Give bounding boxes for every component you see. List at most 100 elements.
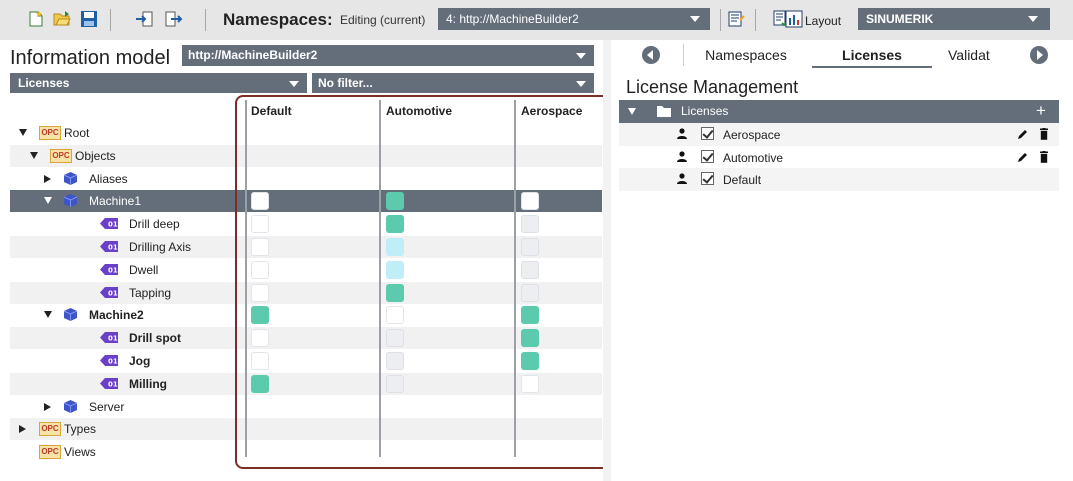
tree-node-label: Tapping xyxy=(129,285,172,300)
left-panel-scrollbar[interactable] xyxy=(603,40,611,481)
expanded-arrow-icon[interactable] xyxy=(19,129,27,136)
method-icon: 01 xyxy=(100,377,118,389)
license-assignment-cell-automotive[interactable] xyxy=(386,238,404,256)
license-checkbox[interactable] xyxy=(701,172,714,185)
tab-licenses[interactable]: Licenses xyxy=(812,42,932,68)
toolbar-separator xyxy=(110,9,111,31)
license-assignment-cell-automotive[interactable] xyxy=(386,260,404,279)
open-folder-icon[interactable] xyxy=(53,10,71,28)
opc-folder-icon: OPC xyxy=(39,445,61,460)
layout-select[interactable]: SINUMERIK xyxy=(858,8,1050,30)
license-assignment-cell-automotive[interactable] xyxy=(386,283,404,302)
view-select-value: Licenses xyxy=(18,76,70,90)
license-columns-highlight xyxy=(235,95,610,469)
toolbar-separator xyxy=(720,9,721,31)
expanded-arrow-icon[interactable] xyxy=(44,311,52,319)
method-icon: 01 xyxy=(100,355,118,366)
chevron-down-icon xyxy=(1028,16,1038,22)
licenses-group-label: Licenses xyxy=(681,104,729,118)
license-assignment-cell-aerospace[interactable] xyxy=(521,238,539,256)
delete-trash-icon[interactable] xyxy=(1039,128,1049,140)
license-assignment-cell-default[interactable] xyxy=(251,215,269,234)
svg-text:01: 01 xyxy=(108,335,118,343)
delete-trash-icon[interactable] xyxy=(1039,150,1049,163)
namespace-properties-icon[interactable] xyxy=(727,10,745,28)
tab-namespaces[interactable]: Namespaces xyxy=(686,42,806,68)
tabs-scroll-right-button[interactable] xyxy=(1030,46,1048,64)
namespace-select-toggle[interactable] xyxy=(668,8,710,30)
license-row[interactable]: Automotive xyxy=(619,146,1059,169)
expanded-arrow-icon[interactable] xyxy=(44,197,52,205)
tab-separator xyxy=(683,44,684,66)
license-assignment-cell-automotive[interactable] xyxy=(386,352,404,370)
license-assignment-cell-default[interactable] xyxy=(251,329,269,348)
license-checkbox[interactable] xyxy=(701,127,714,140)
expand-arrow-icon[interactable] xyxy=(628,108,636,115)
license-assignment-cell-default[interactable] xyxy=(251,283,269,302)
method-icon: 01 xyxy=(100,241,118,252)
license-assignment-cell-default[interactable] xyxy=(251,192,269,211)
license-checkbox[interactable] xyxy=(701,149,714,163)
add-license-button[interactable]: + xyxy=(1036,101,1046,121)
edit-pencil-icon[interactable] xyxy=(1017,151,1029,163)
tab-validation[interactable]: Validat xyxy=(948,42,1008,68)
opc-folder-icon: OPC xyxy=(39,126,61,140)
layout-label: Layout xyxy=(805,14,842,28)
chevron-down-icon xyxy=(576,53,586,59)
expanded-arrow-icon[interactable] xyxy=(30,151,38,159)
license-assignment-cell-automotive[interactable] xyxy=(386,192,404,211)
svg-text:01: 01 xyxy=(108,266,118,274)
new-file-icon[interactable] xyxy=(27,10,45,28)
license-assignment-cell-default[interactable] xyxy=(251,260,269,279)
license-assignment-cell-default[interactable] xyxy=(251,306,269,325)
license-assignment-cell-aerospace[interactable] xyxy=(521,374,539,393)
license-assignment-cell-aerospace[interactable] xyxy=(521,283,539,302)
object-cube-icon xyxy=(64,194,77,208)
chevron-right-icon xyxy=(1037,50,1043,60)
license-assignment-cell-default[interactable] xyxy=(251,374,269,393)
tree-node-label: Drill deep xyxy=(129,217,180,232)
model-select[interactable]: http://MachineBuilder2 xyxy=(182,45,594,66)
object-cube-icon xyxy=(64,171,77,185)
collapsed-arrow-icon[interactable] xyxy=(44,174,51,183)
collapsed-arrow-icon[interactable] xyxy=(44,402,51,411)
license-row[interactable]: Default xyxy=(619,168,1059,191)
license-assignment-cell-aerospace[interactable] xyxy=(521,215,539,234)
tabs-scroll-left-button[interactable] xyxy=(642,46,660,64)
edit-pencil-icon[interactable] xyxy=(1017,128,1029,140)
method-icon: 01 xyxy=(100,286,118,298)
export-icon[interactable] xyxy=(165,10,183,28)
filter-select[interactable]: No filter... xyxy=(312,73,594,93)
user-icon xyxy=(677,128,687,139)
license-assignment-cell-default[interactable] xyxy=(251,352,269,370)
editing-label: Editing (current) xyxy=(340,13,426,27)
tree-node-label: Machine1 xyxy=(89,194,142,209)
user-icon xyxy=(677,150,687,162)
toolbar: Namespaces: Editing (current) 4: http://… xyxy=(0,0,1073,40)
tree-node-label: Types xyxy=(64,422,97,437)
namespace-select-value: 4: http://MachineBuilder2 xyxy=(446,12,579,26)
license-assignment-cell-default[interactable] xyxy=(251,238,269,256)
license-assignment-cell-aerospace[interactable] xyxy=(521,192,539,211)
import-icon[interactable] xyxy=(135,10,153,28)
tree-node-label: Aliases xyxy=(89,171,128,186)
license-assignment-cell-automotive[interactable] xyxy=(386,306,404,325)
collapsed-arrow-icon[interactable] xyxy=(19,425,26,434)
license-assignment-cell-aerospace[interactable] xyxy=(521,260,539,279)
active-tab-indicator xyxy=(812,66,932,68)
method-icon: 01 xyxy=(100,332,118,344)
license-assignment-cell-automotive[interactable] xyxy=(386,215,404,234)
view-select[interactable]: Licenses xyxy=(10,73,307,93)
information-model-title: Information model xyxy=(10,47,171,69)
license-assignment-cell-aerospace[interactable] xyxy=(521,352,539,370)
license-row[interactable]: Aerospace xyxy=(619,123,1059,146)
tree-node-label: Objects xyxy=(75,148,116,163)
layout-chart-icon[interactable] xyxy=(785,10,803,28)
save-icon[interactable] xyxy=(80,10,98,28)
chevron-down-icon xyxy=(690,16,700,22)
license-assignment-cell-automotive[interactable] xyxy=(386,374,404,393)
license-assignment-cell-automotive[interactable] xyxy=(386,329,404,348)
license-assignment-cell-aerospace[interactable] xyxy=(521,306,539,325)
license-assignment-cell-aerospace[interactable] xyxy=(521,329,539,348)
tree-node-label: Root xyxy=(64,126,90,140)
